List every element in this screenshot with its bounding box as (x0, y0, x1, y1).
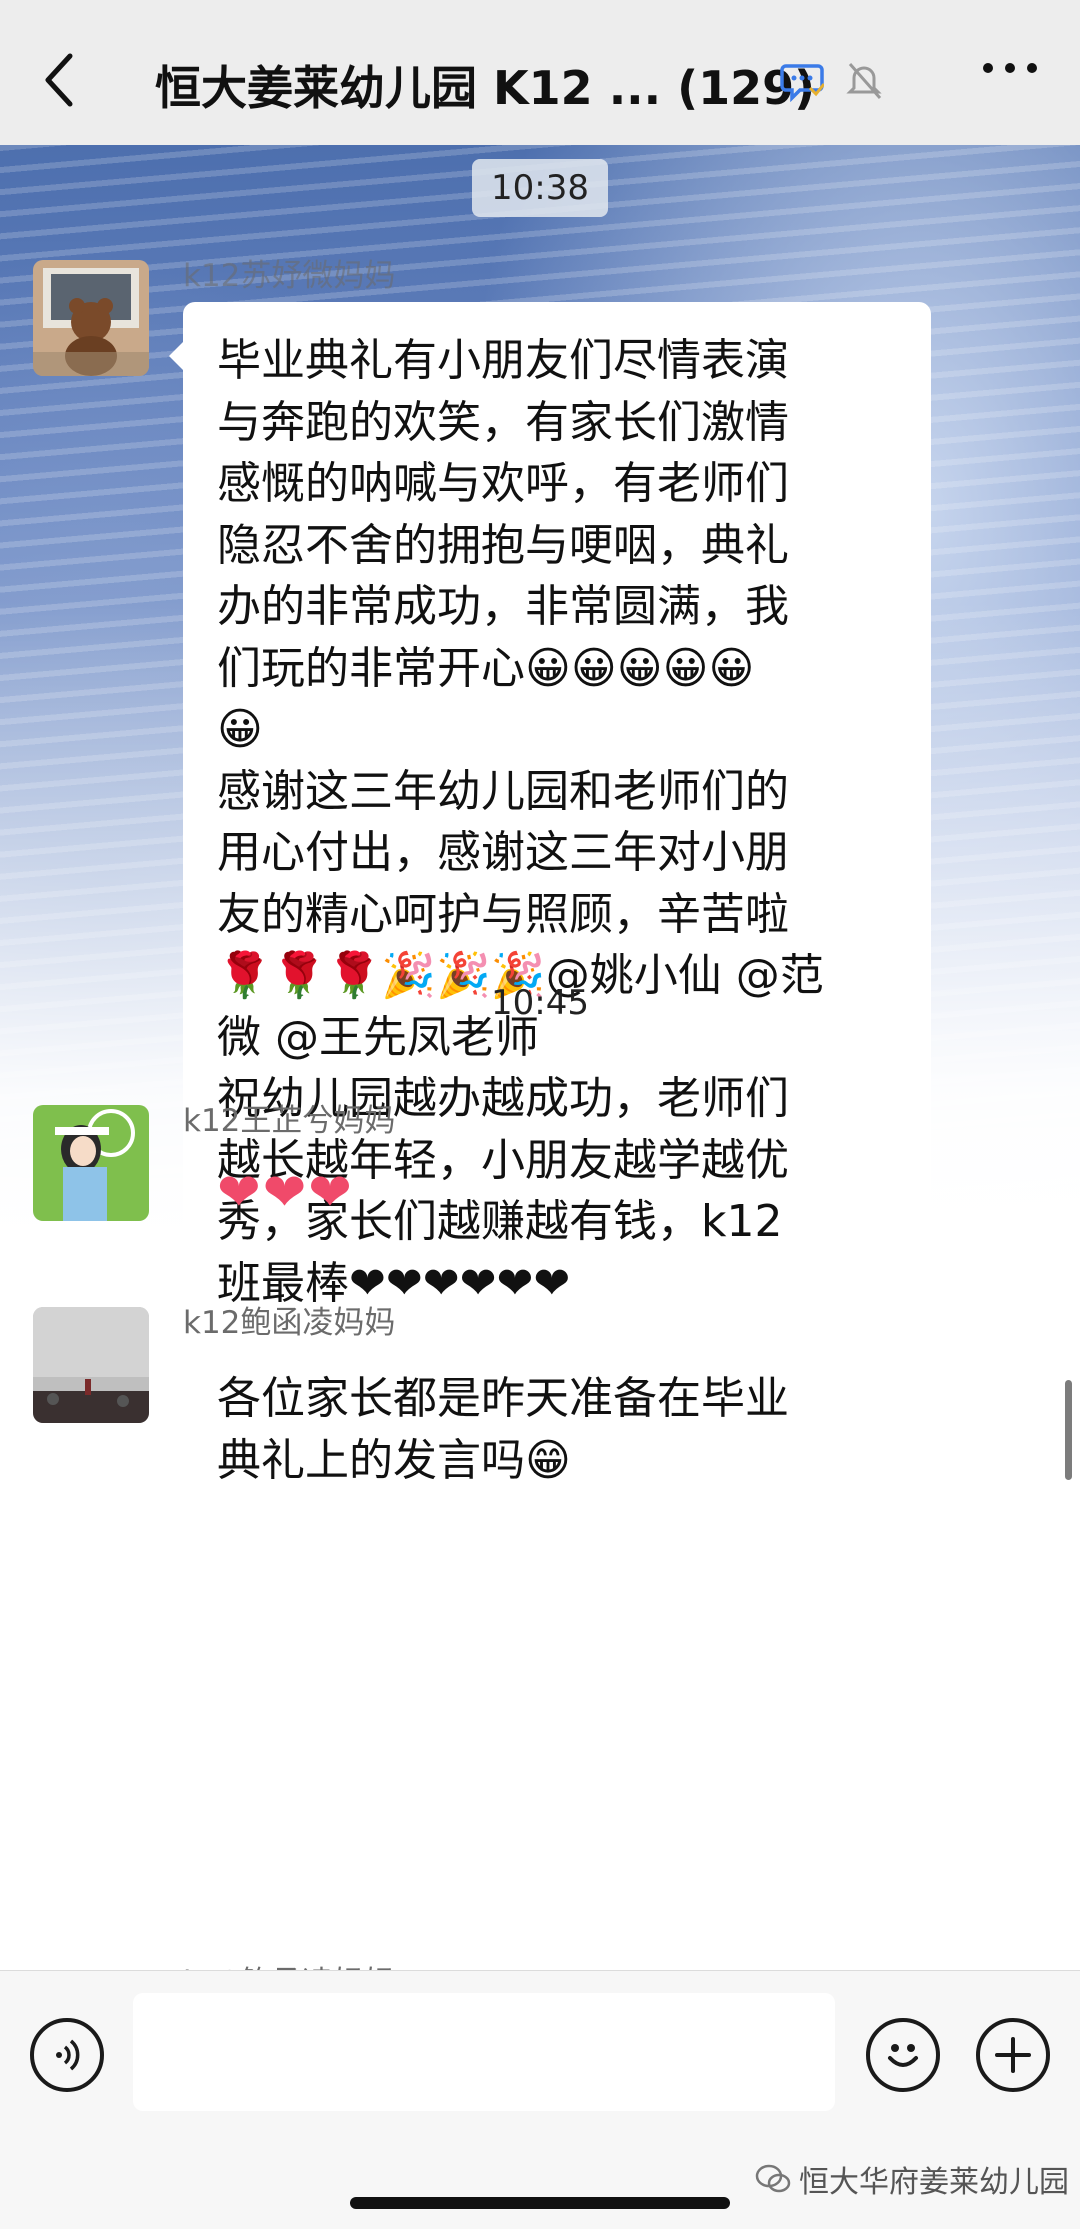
message-line: 与奔跑的欢笑，有家长们激情 (217, 396, 789, 448)
plus-icon (995, 2037, 1031, 2073)
avatar[interactable] (33, 260, 149, 376)
message-line: 毕业典礼有小朋友们尽情表演 (217, 335, 789, 386)
chat-title: 恒大姜莱幼儿园 K12 ... (129) (155, 61, 816, 115)
message-line: 友的精心呵护与照顾，辛苦啦 (217, 888, 789, 940)
emoji-icon (888, 2044, 918, 2067)
square-photo-avatar-icon (33, 1307, 149, 1423)
timestamp: 10:45 (491, 983, 589, 1023)
message-line: 各位家长都是昨天准备在毕业 (217, 1373, 789, 1424)
message-line: 感谢这三年幼儿园和老师们的 (217, 765, 789, 817)
sender-name: k12鲍函凌妈妈 (183, 1957, 395, 1970)
message-line: ❤❤❤ (217, 1163, 354, 1223)
wechat-icon (755, 2164, 791, 2193)
message-line: 办的非常成功，非常圆满，我 (217, 581, 789, 632)
more-button[interactable] (980, 58, 1040, 108)
message-line: 用心付出，感谢这三年对小朋 (217, 827, 789, 878)
message-input[interactable] (133, 1993, 835, 2111)
sender-name: k12鲍函凌妈妈 (183, 1305, 396, 1341)
teddy-bear-avatar-icon (33, 260, 149, 376)
back-button[interactable] (40, 50, 90, 110)
chat-header: 恒大姜莱幼儿园 K12 ... (129) (0, 0, 1080, 145)
scrollbar[interactable] (1065, 1380, 1072, 1480)
watermark-text: 恒大华府姜莱幼儿园 (799, 2165, 1069, 2200)
emoji-button[interactable] (866, 2018, 940, 2092)
bubble-arrow (169, 342, 183, 370)
avatar[interactable] (33, 1105, 149, 1221)
chevron-left-icon (45, 53, 73, 107)
message-line: 感慨的呐喊与欢呼，有老师们 (217, 458, 789, 509)
voice-icon (56, 2039, 80, 2071)
message-line: 典礼上的发言吗😁 (217, 1434, 571, 1486)
sender-name: k12苏妤微妈妈 (183, 258, 396, 294)
message-line: 隐忍不舍的拥抱与哽咽，典礼 (217, 519, 789, 571)
message-line: 😀 (217, 704, 263, 755)
girl-avatar-icon (33, 1105, 149, 1221)
voice-button[interactable] (30, 2018, 104, 2092)
plus-button[interactable] (976, 2018, 1050, 2092)
message-bubble[interactable]: ❤❤❤ (183, 1145, 380, 1247)
input-bar: 恒大华府姜莱幼儿园 (0, 1970, 1080, 2229)
chat-bubble-icon (780, 64, 824, 102)
avatar[interactable] (33, 1307, 149, 1423)
mute-bell-icon (846, 63, 882, 99)
sender-name: k12王芷兮妈妈 (183, 1103, 396, 1139)
home-indicator[interactable] (350, 2197, 730, 2209)
timestamp: 10:38 (472, 159, 608, 217)
title-icons (780, 58, 886, 102)
more-horizontal-icon (983, 63, 1037, 73)
chat-message-list[interactable]: 10:38 k12苏妤微妈妈 毕业典礼有小朋友们尽情表演 与奔跑的欢笑，有家长们… (0, 145, 1080, 1970)
message-line: 们玩的非常开心😀😀😀😀😀 (217, 642, 755, 694)
watermark: 恒大华府姜莱幼儿园 (755, 2157, 1069, 2201)
message-bubble[interactable]: 各位家长都是昨天准备在毕业 典礼上的发言吗😁 (183, 1340, 815, 1513)
